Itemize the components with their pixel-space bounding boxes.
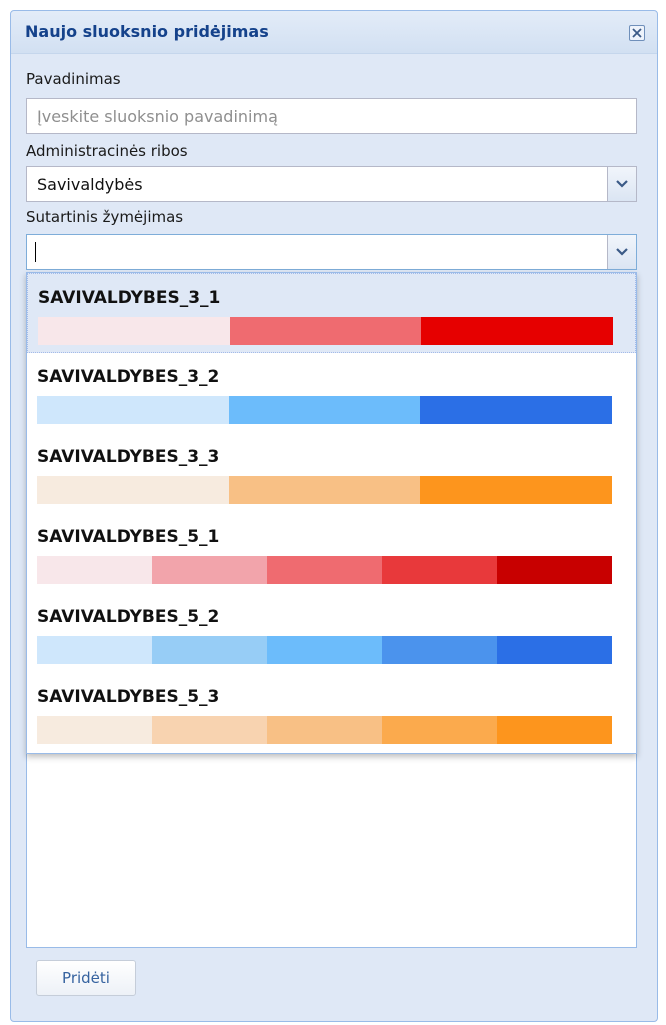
legend-option-label: SAVIVALDYBES_3_1 <box>38 288 221 308</box>
admin-bounds-value: Savivaldybės <box>37 175 143 194</box>
admin-bounds-dropdown-trigger[interactable] <box>607 167 636 201</box>
color-ramp <box>37 716 612 744</box>
color-swatch <box>37 556 152 584</box>
color-swatch <box>37 716 152 744</box>
color-swatch <box>382 716 497 744</box>
color-swatch <box>37 636 152 664</box>
color-ramp <box>38 317 614 345</box>
name-label: Pavadinimas <box>26 70 121 88</box>
color-swatch <box>382 636 497 664</box>
dialog-titlebar: Naujo sluoksnio pridėjimas <box>11 11 657 54</box>
color-swatch <box>228 396 421 424</box>
color-swatch <box>267 716 382 744</box>
color-swatch <box>267 556 382 584</box>
legend-combobox[interactable] <box>26 234 637 270</box>
legend-option[interactable]: SAVIVALDYBES_5_1 <box>27 513 636 593</box>
color-ramp <box>37 636 612 664</box>
dialog-title: Naujo sluoksnio pridėjimas <box>25 22 269 41</box>
color-swatch <box>497 716 612 744</box>
color-swatch <box>229 317 422 345</box>
chevron-down-icon <box>616 180 628 188</box>
color-swatch <box>37 476 229 504</box>
name-placeholder: Įveskite sluoksnio pavadinimą <box>37 107 278 126</box>
legend-option-label: SAVIVALDYBES_5_3 <box>37 687 220 707</box>
legend-option-label: SAVIVALDYBES_5_2 <box>37 607 220 627</box>
color-swatch <box>497 556 612 584</box>
legend-option[interactable]: SAVIVALDYBES_3_2 <box>27 353 636 433</box>
color-swatch <box>497 636 612 664</box>
color-swatch <box>152 636 267 664</box>
legend-option-label: SAVIVALDYBES_3_2 <box>37 367 220 387</box>
color-swatch <box>37 396 229 424</box>
color-swatch <box>420 476 613 504</box>
legend-label: Sutartinis žymėjimas <box>26 208 184 226</box>
color-ramp <box>37 556 612 584</box>
admin-bounds-select[interactable]: Savivaldybės <box>26 166 637 202</box>
color-swatch <box>152 716 267 744</box>
legend-option-label: SAVIVALDYBES_3_3 <box>37 447 220 467</box>
color-swatch <box>382 556 497 584</box>
legend-dropdown-trigger[interactable] <box>607 235 636 269</box>
color-ramp <box>37 396 613 424</box>
color-ramp <box>37 476 613 504</box>
admin-bounds-label: Administracinės ribos <box>26 142 188 160</box>
legend-option[interactable]: SAVIVALDYBES_3_3 <box>27 433 636 513</box>
color-swatch <box>228 476 421 504</box>
legend-option-label: SAVIVALDYBES_5_1 <box>37 527 220 547</box>
color-swatch <box>420 396 613 424</box>
color-swatch <box>267 636 382 664</box>
legend-option[interactable]: SAVIVALDYBES_5_3 <box>27 673 636 753</box>
legend-dropdown-list: SAVIVALDYBES_3_1 SAVIVALDYBES_3_2 SAVIVALD… <box>26 272 637 754</box>
close-button[interactable] <box>629 25 645 41</box>
color-swatch <box>38 317 230 345</box>
legend-option[interactable]: SAVIVALDYBES_5_2 <box>27 593 636 673</box>
name-input[interactable]: Įveskite sluoksnio pavadinimą <box>26 98 637 134</box>
text-caret <box>35 242 36 262</box>
add-button[interactable]: Pridėti <box>36 960 136 996</box>
chevron-down-icon <box>616 248 628 256</box>
color-swatch <box>152 556 267 584</box>
color-swatch <box>421 317 614 345</box>
legend-option[interactable]: SAVIVALDYBES_3_1 <box>27 273 636 353</box>
close-icon <box>632 28 642 38</box>
